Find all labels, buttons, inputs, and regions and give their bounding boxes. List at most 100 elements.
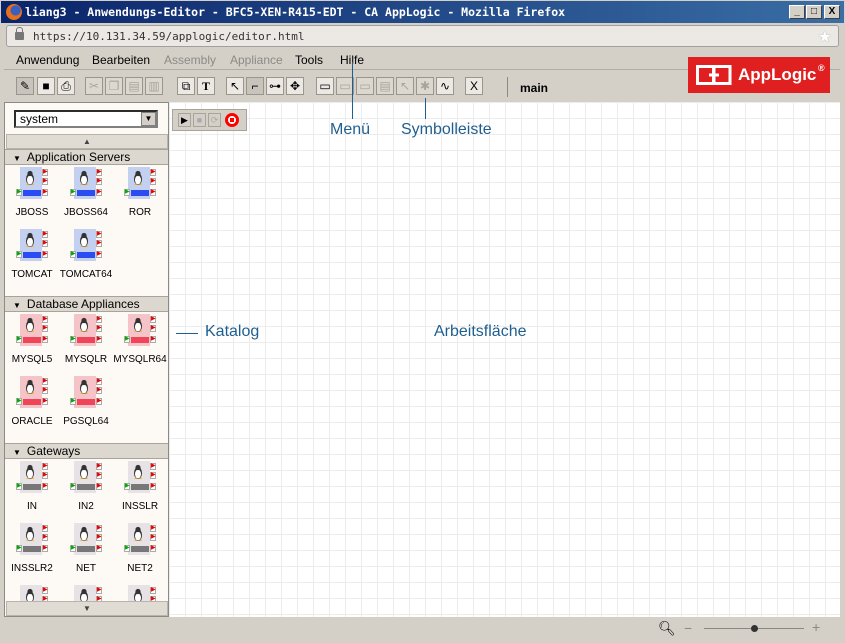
- catalog-item[interactable]: ▶ ▶ ▶ ▶ TOMCAT64: [59, 229, 113, 280]
- catalog-item-label: PGSQL64: [63, 416, 109, 427]
- catalog-scroll-down-button[interactable]: ▼: [6, 601, 168, 616]
- appliance-icon: ▶▶▶▶: [124, 523, 156, 557]
- catalog-item[interactable]: ▶ ▶ ▶ ▶ IN2: [59, 461, 113, 512]
- catalog-item[interactable]: ▶ ▶ ▶ ▶ ORACLE: [5, 376, 59, 427]
- url-bar[interactable]: https://10.131.34.59/applogic/editor.htm…: [6, 25, 839, 47]
- minimize-button[interactable]: _: [789, 5, 805, 19]
- catalog-item-label: MYSQLR: [64, 354, 108, 365]
- catalog-item[interactable]: ▶ ▶ ▶ ▶ MYSQLR: [59, 314, 113, 365]
- appliance-icon: ▶▶▶▶: [70, 229, 102, 263]
- route-icon[interactable]: ⊶: [266, 77, 284, 95]
- catalog-item[interactable]: ▶ ▶ ▶ ▶ IN: [5, 461, 59, 512]
- menu-anwendung[interactable]: Anwendung: [16, 53, 79, 67]
- close-button[interactable]: X: [824, 5, 840, 19]
- stop-icon[interactable]: ■: [193, 113, 206, 127]
- catalog-item-label: TOMCAT64: [59, 269, 113, 280]
- catalog-pointer-line: [176, 333, 198, 334]
- close-assembly-button[interactable]: X: [465, 77, 483, 95]
- status-bar: 🔍︎ − +: [4, 617, 840, 641]
- window-icon[interactable]: ▭: [316, 77, 334, 95]
- logo-text: AppLogic: [738, 65, 817, 84]
- save-icon[interactable]: ■: [37, 77, 55, 95]
- paste-special-icon[interactable]: ▥: [145, 77, 163, 95]
- zoom-in-button[interactable]: +: [812, 619, 820, 635]
- copy-document-icon[interactable]: ⧉: [177, 77, 195, 95]
- section-title: Gateways: [26, 444, 81, 458]
- catalog-section-header[interactable]: ▼ Gateways: [5, 443, 168, 459]
- record-stop-icon[interactable]: [225, 113, 239, 127]
- bookmark-star-icon[interactable]: ★: [818, 27, 832, 47]
- appliance-icon: ▶▶▶▶: [16, 461, 48, 495]
- section-toggle-icon[interactable]: ▼: [13, 154, 21, 163]
- lock-icon: [15, 27, 24, 40]
- paste-icon[interactable]: ▤: [125, 77, 143, 95]
- select-box-icon[interactable]: ↖: [396, 77, 414, 95]
- catalog-item[interactable]: ▶ ▶ ▶ ▶ INSSLR: [113, 461, 167, 512]
- appliance-icon: ▶▶▶▶: [16, 229, 48, 263]
- catalog-item[interactable]: ▶ ▶ ▶ ▶ JBOSS64: [59, 167, 113, 218]
- catalog-item[interactable]: ▶ ▶ ▶ ▶ NET: [59, 523, 113, 574]
- edit-pencil-icon[interactable]: ✎: [16, 77, 34, 95]
- catalog-scroll-up-button[interactable]: ▲: [6, 134, 168, 149]
- appliance-icon: ▶▶▶▶: [16, 167, 48, 201]
- catalog-section-header[interactable]: ▼ Database Appliances: [5, 296, 168, 312]
- catalog-item-label: INSSLR2: [11, 563, 53, 574]
- monitor-icon[interactable]: ∿: [436, 77, 454, 95]
- restart-icon[interactable]: ⟳: [208, 113, 221, 127]
- catalog-panel: system ▼ ▲ ▼ Application Servers ▶ ▶ ▶ ▶ JBOSS ▶…: [4, 102, 169, 617]
- menu-assembly[interactable]: Assembly: [164, 53, 216, 67]
- logo-registered: ®: [818, 63, 825, 73]
- catalog-item[interactable]: ▶ ▶ ▶ ▶ INSSLR2: [5, 523, 59, 574]
- catalog-select-value: system: [20, 112, 59, 126]
- run-controls: ▶ ■ ⟳: [172, 109, 247, 131]
- menu-appliance[interactable]: Appliance: [230, 53, 283, 67]
- annotation-workspace: Arbeitsfläche: [434, 323, 527, 340]
- catalog-item-label: MYSQL5: [11, 354, 53, 365]
- catalog-item-label: IN2: [78, 501, 94, 512]
- cut-icon[interactable]: ✂: [85, 77, 103, 95]
- catalog-item[interactable]: ▶ ▶ ▶ ▶ PGSQL64: [59, 376, 113, 427]
- new-box-icon[interactable]: ✱: [416, 77, 434, 95]
- catalog-item-label: NET2: [127, 563, 153, 574]
- annotation-menu: Menü: [330, 121, 371, 138]
- chevron-down-icon[interactable]: ▼: [141, 112, 156, 126]
- catalog-item[interactable]: ▶ ▶ ▶ ▶ MYSQL5: [5, 314, 59, 365]
- workspace-canvas[interactable]: ▶ ■ ⟳: [169, 102, 840, 617]
- catalog-item-label: ORACLE: [11, 416, 53, 427]
- catalog-item[interactable]: ▶ ▶ ▶ ▶ NET2: [113, 523, 167, 574]
- move-icon[interactable]: ✥: [286, 77, 304, 95]
- zoom-out-button[interactable]: −: [684, 620, 692, 636]
- appliance-icon: ▶▶▶▶: [124, 461, 156, 495]
- select-pointer-icon[interactable]: ↖: [226, 77, 244, 95]
- url-text[interactable]: https://10.131.34.59/applogic/editor.htm…: [33, 30, 305, 43]
- toolbar-divider: [507, 77, 508, 97]
- section-toggle-icon[interactable]: ▼: [13, 448, 21, 457]
- menu-tools[interactable]: Tools: [295, 53, 323, 67]
- catalog-item[interactable]: ▶ ▶ ▶ ▶ JBOSS: [5, 167, 59, 218]
- appliance-icon: ▶▶▶▶: [16, 376, 48, 410]
- config-icon[interactable]: ▭: [356, 77, 374, 95]
- appliance-icon: ▶▶▶▶: [70, 167, 102, 201]
- catalog-item-label: IN: [27, 501, 37, 512]
- appliance-icon: ▶▶▶▶: [124, 167, 156, 201]
- section-toggle-icon[interactable]: ▼: [13, 301, 21, 310]
- zoom-magnifier-icon[interactable]: 🔍︎: [658, 620, 676, 637]
- appliance-icon: ▶▶▶▶: [70, 461, 102, 495]
- maximize-button[interactable]: □: [806, 5, 822, 19]
- connect-icon[interactable]: ⌐: [246, 77, 264, 95]
- print-icon[interactable]: ⎙: [57, 77, 75, 95]
- catalog-section-header[interactable]: ▼ Application Servers: [5, 149, 168, 165]
- catalog-item[interactable]: ▶ ▶ ▶ ▶ ROR: [113, 167, 167, 218]
- catalog-item[interactable]: ▶ ▶ ▶ ▶ TOMCAT: [5, 229, 59, 280]
- catalog-item-label: MYSQLR64: [113, 354, 167, 365]
- play-icon[interactable]: ▶: [178, 113, 191, 127]
- annotation-catalog: Katalog: [205, 323, 260, 340]
- zoom-slider-thumb[interactable]: [751, 625, 758, 632]
- list-icon[interactable]: ▤: [376, 77, 394, 95]
- menu-bearbeiten[interactable]: Bearbeiten: [92, 53, 150, 67]
- copy-icon[interactable]: ❐: [105, 77, 123, 95]
- catalog-item-label: ROR: [128, 207, 152, 218]
- text-tool-icon[interactable]: T: [197, 77, 215, 95]
- catalog-select[interactable]: system ▼: [14, 110, 158, 128]
- catalog-item[interactable]: ▶ ▶ ▶ ▶ MYSQLR64: [113, 314, 167, 365]
